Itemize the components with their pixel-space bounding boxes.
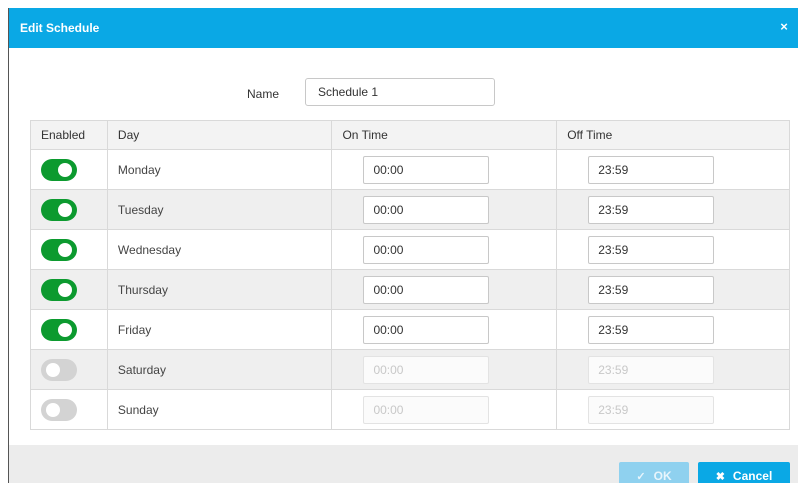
enabled-cell (30, 389, 108, 430)
dialog-footer: ✓ OK ✖ Cancel (9, 445, 798, 483)
toggle-knob (58, 242, 72, 257)
on-time-input[interactable] (363, 395, 490, 424)
toggle-knob (46, 362, 60, 377)
schedule-name-input[interactable] (305, 78, 495, 106)
table-row: Friday (30, 309, 790, 350)
column-header-day: Day (106, 120, 333, 150)
ok-button[interactable]: ✓ OK (619, 462, 689, 483)
off-time-cell (556, 149, 790, 190)
enabled-cell (30, 309, 108, 350)
day-cell: Wednesday (106, 229, 333, 270)
table-row: Monday (30, 149, 790, 190)
enabled-toggle[interactable] (41, 198, 77, 221)
off-time-cell (556, 349, 790, 390)
ok-label: OK (653, 469, 672, 483)
enabled-cell (30, 189, 108, 230)
on-time-input[interactable] (363, 155, 490, 184)
enabled-cell (30, 149, 108, 190)
toggle-knob (58, 282, 72, 297)
on-time-cell (331, 189, 558, 230)
table-row: Thursday (30, 269, 790, 310)
off-time-input[interactable] (588, 355, 715, 384)
check-icon: ✓ (636, 470, 646, 483)
enabled-cell (30, 269, 108, 310)
background-strip (0, 0, 798, 8)
toggle-knob (46, 402, 60, 417)
day-cell: Monday (106, 149, 333, 190)
day-cell: Tuesday (106, 189, 333, 230)
on-time-cell (331, 229, 558, 270)
dialog-title: Edit Schedule (20, 21, 100, 35)
edit-schedule-dialog: Edit Schedule × Name Enabled Day On Time… (8, 8, 798, 483)
on-time-input[interactable] (363, 275, 490, 304)
off-time-input[interactable] (588, 315, 715, 344)
off-time-input[interactable] (588, 155, 715, 184)
on-time-cell (331, 269, 558, 310)
off-time-input[interactable] (588, 275, 715, 304)
day-cell: Saturday (106, 349, 333, 390)
on-time-input[interactable] (363, 315, 490, 344)
enabled-toggle[interactable] (41, 318, 77, 341)
enabled-toggle[interactable] (41, 398, 77, 421)
toggle-knob (58, 322, 72, 337)
schedule-table: Enabled Day On Time Off Time MondayTuesd… (30, 120, 790, 430)
enabled-toggle[interactable] (41, 238, 77, 261)
enabled-toggle[interactable] (41, 278, 77, 301)
day-cell: Sunday (106, 389, 333, 430)
close-icon[interactable]: × (777, 19, 791, 35)
on-time-cell (331, 309, 558, 350)
off-time-input[interactable] (588, 395, 715, 424)
table-header-row: Enabled Day On Time Off Time (30, 120, 790, 150)
off-time-cell (556, 229, 790, 270)
off-time-cell (556, 389, 790, 430)
x-icon: ✖ (715, 470, 725, 483)
enabled-cell (30, 229, 108, 270)
on-time-input[interactable] (363, 235, 490, 264)
enabled-toggle[interactable] (41, 358, 77, 381)
toggle-knob (58, 162, 72, 177)
table-row: Wednesday (30, 229, 790, 270)
on-time-input[interactable] (363, 195, 490, 224)
enabled-cell (30, 349, 108, 390)
cancel-label: Cancel (732, 469, 773, 483)
cancel-button[interactable]: ✖ Cancel (698, 462, 790, 483)
column-header-enabled: Enabled (30, 120, 108, 150)
off-time-input[interactable] (588, 195, 715, 224)
table-row: Tuesday (30, 189, 790, 230)
day-cell: Friday (106, 309, 333, 350)
on-time-input[interactable] (363, 355, 490, 384)
off-time-cell (556, 189, 790, 230)
off-time-input[interactable] (588, 235, 715, 264)
on-time-cell (331, 149, 558, 190)
dialog-titlebar: Edit Schedule × (9, 8, 798, 48)
on-time-cell (331, 389, 558, 430)
table-row: Saturday (30, 349, 790, 390)
name-label: Name (247, 87, 280, 101)
off-time-cell (556, 309, 790, 350)
day-cell: Thursday (106, 269, 333, 310)
off-time-cell (556, 269, 790, 310)
table-row: Sunday (30, 389, 790, 430)
column-header-on-time: On Time (331, 120, 558, 150)
toggle-knob (58, 202, 72, 217)
enabled-toggle[interactable] (41, 158, 77, 181)
on-time-cell (331, 349, 558, 390)
column-header-off-time: Off Time (556, 120, 790, 150)
